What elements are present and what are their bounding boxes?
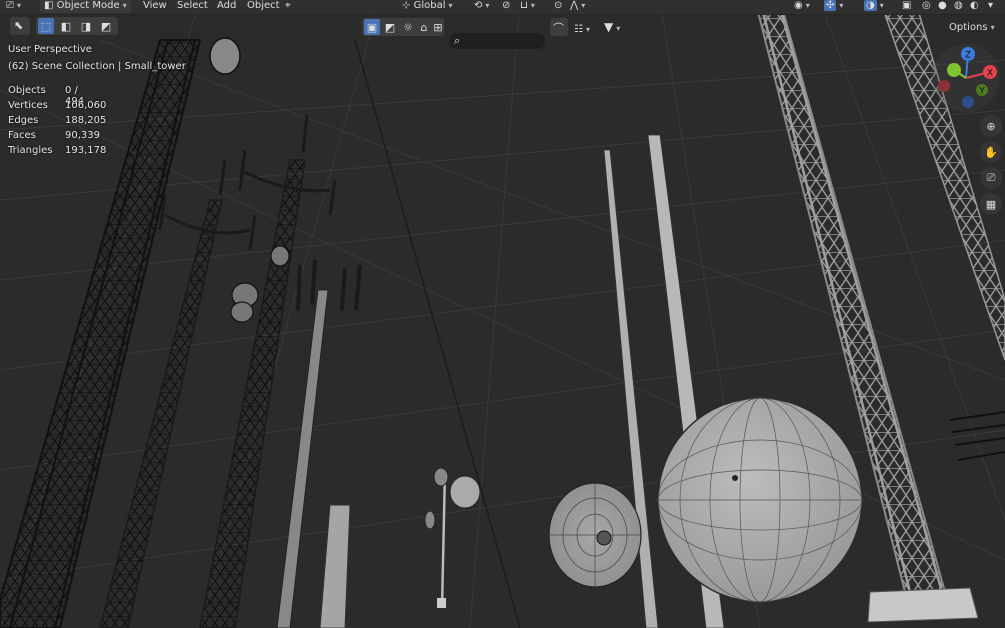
zoom-button[interactable]: ⊕ (980, 115, 1002, 137)
snap-icon[interactable]: ⊘ (502, 0, 510, 13)
select-intersect-icon[interactable]: ◩ (98, 18, 114, 34)
xray-icon[interactable]: ▣ (902, 0, 911, 13)
view-name: User Perspective (8, 44, 92, 55)
stat-value: 193,178 (65, 145, 107, 156)
search-input[interactable]: ⌕ (449, 33, 545, 49)
falloff-icon[interactable]: ⋀ ▾ (570, 0, 585, 13)
visibility-icon[interactable]: ◉ ▾ (794, 0, 810, 13)
shading-wireframe-icon[interactable]: ◎ (922, 0, 931, 13)
funnel-icon: ▼ (604, 20, 614, 34)
camera-icon: ⎚ (986, 171, 996, 184)
minus-icon: ⌒ (553, 22, 564, 35)
tower-base (867, 587, 979, 623)
filter-dropdown[interactable]: ▼ ▾ (604, 20, 620, 35)
perspective-toggle-button[interactable]: ▦ (980, 193, 1002, 215)
shading-solid-icon[interactable]: ● (938, 0, 947, 13)
menu-select[interactable]: Select (177, 0, 208, 13)
orientation-dropdown[interactable]: ⊹ Global ▾ (402, 0, 453, 13)
options-dropdown[interactable]: Options ▾ (949, 20, 995, 35)
radome-sphere (657, 397, 863, 603)
filter-curve-icon[interactable]: ◩ (382, 19, 398, 35)
stat-row: Vertices 106,060 (8, 100, 106, 111)
orientation-label: Global (413, 0, 446, 11)
shading-material-icon[interactable]: ◍ (954, 0, 963, 13)
gizmo-neg-x (938, 80, 950, 92)
gizmo-neg-z (962, 96, 974, 108)
navigation-gizmo[interactable]: Z X Y (930, 42, 1002, 114)
hand-icon: ✋ (984, 145, 998, 159)
parabolic-dish (548, 482, 642, 588)
grid-icon: ▦ (985, 197, 997, 211)
editor-type-button[interactable]: ⎚ ▾ (6, 0, 21, 13)
stat-value: 106,060 (65, 100, 107, 111)
magnifier-icon: ⊕ (986, 119, 996, 133)
filter-other-icon[interactable]: ⊞ (430, 19, 446, 35)
options-label: Options (949, 22, 988, 33)
viewport-header: ⎚ ▾ ◧ Object Mode ▾ View Select Add Object… (0, 0, 1005, 15)
stat-value: 188,205 (65, 115, 107, 126)
stat-label: Faces (8, 130, 36, 141)
cursor-icon: ⬉ (14, 19, 24, 32)
svg-text:Z: Z (965, 51, 971, 61)
chevron-down-icon: ▾ (17, 1, 22, 10)
snap-target-icon[interactable]: ⊔ ▾ (520, 0, 535, 13)
pivot-icon[interactable]: ⟲ ▾ (474, 0, 489, 13)
stat-label: Vertices (8, 100, 48, 111)
selection-mode-group: ⬚ ◧ ◨ ◩ (36, 17, 118, 35)
select-subtract-icon[interactable]: ◨ (78, 18, 94, 34)
svg-text:X: X (987, 69, 993, 79)
filter-mesh-icon[interactable]: ▣ (364, 19, 380, 35)
menu-object[interactable]: Object (247, 0, 280, 13)
camera-icon: ⎚ (6, 0, 14, 11)
stat-row: Triangles 193,178 (8, 145, 106, 156)
camera-view-button[interactable]: ⎚ (980, 167, 1002, 189)
shading-options-icon[interactable]: ▾ (988, 0, 993, 13)
dish-top-left (209, 37, 241, 75)
chevron-down-icon: ▾ (990, 23, 995, 32)
search-icon: ⌕ (454, 34, 461, 47)
select-extend-icon[interactable]: ◧ (58, 18, 74, 34)
stat-row: Faces 90,339 (8, 130, 100, 141)
gizmo-y (947, 63, 961, 77)
menu-add[interactable]: Add (217, 0, 236, 13)
mode-label: Object Mode (56, 0, 120, 11)
pan-button[interactable]: ✋ (980, 141, 1002, 163)
gizmo-toggle-icon[interactable]: ✣ ▾ (824, 0, 843, 13)
svg-text:Y: Y (978, 87, 985, 97)
hierarchy-icon: ☷ (574, 24, 583, 35)
filter-type-group: ▣ ◩ ☼ ⌂ ⊞ (362, 18, 444, 36)
collection-label: (62) Scene Collection | Small_tower (8, 61, 186, 72)
stat-label: Triangles (8, 145, 53, 156)
chevron-down-icon: ▾ (448, 1, 453, 10)
mode-dropdown[interactable]: ◧ Object Mode ▾ (40, 0, 131, 13)
3d-viewport[interactable] (0, 0, 1005, 628)
stat-label: Edges (8, 115, 39, 126)
tool-settings-bar: ⬉ ⬚ ◧ ◨ ◩ ▣ ◩ ☼ ⌂ ⊞ ⌕ ⌒ ☷ ▾ ▼ ▾ Options ▾ (0, 15, 1005, 49)
select-new-icon[interactable]: ⬚ (38, 18, 54, 34)
stat-value: 90,339 (65, 130, 100, 141)
transform-icon[interactable]: ⌖ (285, 0, 291, 13)
proportional-edit-icon[interactable]: ⊙ (554, 0, 562, 13)
select-tool-button[interactable]: ⬉ (10, 17, 30, 35)
filter-options-button[interactable]: ⌒ (550, 18, 568, 36)
menu-view[interactable]: View (143, 0, 167, 13)
overlay-toggle-icon[interactable]: ◑ ▾ (864, 0, 884, 13)
sort-dropdown[interactable]: ☷ ▾ (574, 22, 590, 37)
object-mode-icon: ◧ (44, 0, 54, 11)
filter-light-icon[interactable]: ☼ (400, 19, 416, 35)
stat-label: Objects (8, 85, 46, 96)
orientation-icon: ⊹ (402, 0, 411, 11)
shading-rendered-icon[interactable]: ◐ (970, 0, 979, 13)
stat-row: Edges 188,205 (8, 115, 106, 126)
stat-row: Objects 0 / 494 (8, 85, 84, 107)
chevron-down-icon: ▾ (122, 1, 127, 10)
